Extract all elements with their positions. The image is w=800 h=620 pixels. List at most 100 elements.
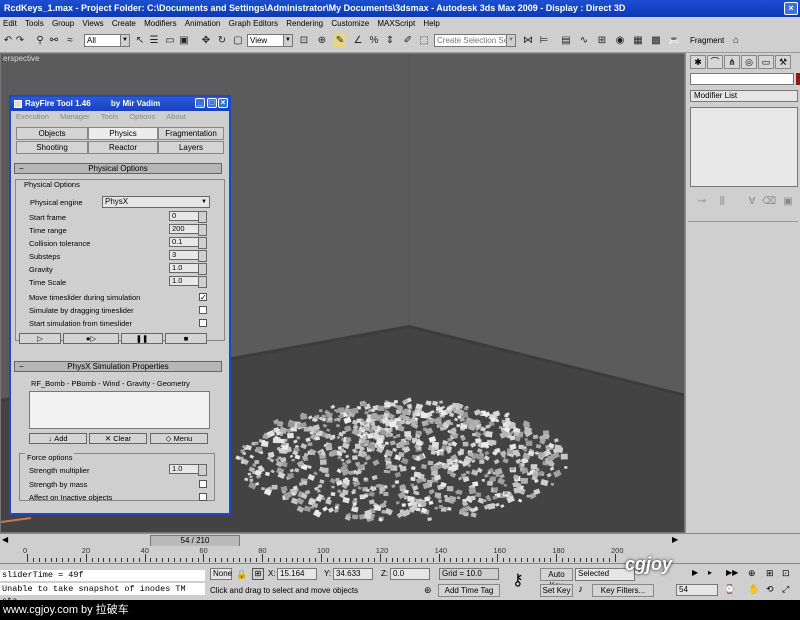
current-frame-field[interactable]: 54	[676, 584, 718, 596]
menu-animation[interactable]: Animation	[185, 19, 221, 28]
auto-key-button[interactable]: Auto Key	[540, 568, 573, 590]
menu-graph-editors[interactable]: Graph Editors	[229, 19, 278, 28]
scale-icon[interactable]: ▢	[232, 34, 244, 47]
percent-snap-icon[interactable]: %	[368, 34, 380, 47]
set-key-icon[interactable]: ♪	[578, 584, 583, 595]
modifier-stack[interactable]	[690, 107, 798, 187]
object-name-field[interactable]	[690, 73, 794, 85]
rendered-frame-icon[interactable]: ▩	[650, 34, 662, 47]
utilities-tab-icon[interactable]: ⚒	[775, 55, 791, 69]
prev-frame-icon[interactable]: ◀	[2, 535, 8, 544]
angle-snap-icon[interactable]: ∠	[352, 34, 364, 47]
create-tab-icon[interactable]: ✱	[690, 55, 706, 69]
link-icon[interactable]: ⚲	[34, 34, 46, 47]
menu-customize[interactable]: Customize	[331, 19, 369, 28]
record-play-icon[interactable]: ●▷	[63, 333, 119, 344]
reference-coordinate-dropdown[interactable]: View ▼	[247, 34, 293, 47]
named-selection-set-input[interactable]: Create Selection Set ▼	[434, 34, 516, 47]
maxscript-listener-line[interactable]: sliderTime = 49f	[0, 570, 205, 581]
unlink-icon[interactable]: ⚯	[48, 34, 60, 47]
select-by-name-icon[interactable]: ☰	[148, 34, 160, 47]
undo-icon[interactable]: ↶	[2, 34, 14, 47]
lock-icon[interactable]: 🔒	[236, 569, 247, 580]
teapot-icon[interactable]: ⌂	[730, 34, 742, 47]
key-filters-button[interactable]: Key Filters...	[592, 584, 654, 597]
simulate-dragging-checkbox[interactable]	[199, 306, 207, 314]
pin-stack-icon[interactable]: ⊸	[696, 195, 708, 208]
move-icon[interactable]: ✥	[200, 34, 212, 47]
menu-modifiers[interactable]: Modifiers	[144, 19, 176, 28]
rotate-icon[interactable]: ↻	[216, 34, 228, 47]
redo-icon[interactable]: ↷	[14, 34, 26, 47]
display-tab-icon[interactable]: ▭	[758, 55, 774, 69]
start-from-timeslider-checkbox[interactable]	[199, 319, 207, 327]
time-scale-spinner[interactable]: 1.0	[169, 276, 207, 288]
show-end-result-icon[interactable]: ⫼	[716, 195, 728, 208]
zoom-extents-icon[interactable]: ⊡	[782, 568, 790, 579]
start-frame-spinner[interactable]: 0	[169, 211, 207, 223]
absolute-mode-icon[interactable]: ⊞	[252, 568, 264, 580]
schematic-view-icon[interactable]: ⊞	[596, 34, 608, 47]
snaps-toggle-icon[interactable]: ✎	[334, 34, 346, 47]
gravity-spinner[interactable]: 1.0	[169, 263, 207, 275]
zoom-all-icon[interactable]: ⊞	[766, 568, 774, 579]
menu-help[interactable]: Help	[423, 19, 439, 28]
close-button[interactable]: ×	[784, 2, 798, 15]
select-manipulate-icon[interactable]: ⊕	[316, 34, 328, 47]
play-icon[interactable]: ▷	[19, 333, 61, 344]
fragment-label[interactable]: Fragment	[690, 36, 724, 45]
clear-button[interactable]: ✕ Clear	[89, 433, 147, 444]
collision-tolerance-spinner[interactable]: 0.1	[169, 237, 207, 249]
modify-tab-icon[interactable]: ⌒	[707, 55, 723, 69]
z-coordinate-field[interactable]: 0.0	[390, 568, 430, 580]
hierarchy-tab-icon[interactable]: ⋔	[724, 55, 740, 69]
remove-modifier-icon[interactable]: ⌫	[762, 195, 776, 208]
menu-edit[interactable]: Edit	[3, 19, 17, 28]
make-unique-icon[interactable]: ∀	[746, 195, 758, 208]
menu-tools[interactable]: Tools	[25, 19, 44, 28]
maximize-viewport-icon[interactable]: ⤢	[782, 584, 789, 595]
zoom-icon[interactable]: ⊕	[748, 568, 756, 579]
affect-inactive-checkbox[interactable]	[199, 493, 207, 501]
align-icon[interactable]: ⊨	[538, 34, 550, 47]
physx-object-list[interactable]	[29, 391, 210, 429]
motion-tab-icon[interactable]: ◎	[741, 55, 757, 69]
modifier-list-dropdown[interactable]: Modifier List	[690, 90, 798, 102]
strength-by-mass-checkbox[interactable]	[199, 480, 207, 488]
menu-button[interactable]: ◇ Menu	[150, 433, 208, 444]
next-frame-icon[interactable]: ▸	[708, 568, 712, 577]
x-coordinate-field[interactable]: 15.164	[277, 568, 317, 580]
curve-editor-icon[interactable]: ∿	[578, 34, 590, 47]
render-setup-icon[interactable]: ▦	[632, 34, 644, 47]
material-editor-icon[interactable]: ◉	[614, 34, 626, 47]
strength-multiplier-spinner[interactable]: 1.0	[169, 464, 207, 476]
next-frame-icon[interactable]: ▶	[672, 535, 678, 544]
mirror-icon[interactable]: ⋈	[522, 34, 534, 47]
orbit-icon[interactable]: ⟲	[766, 584, 774, 595]
substeps-spinner[interactable]: 3	[169, 250, 207, 262]
key-icon[interactable]: ⚷	[512, 570, 524, 590]
move-timeslider-checkbox[interactable]: ✓	[199, 293, 207, 302]
named-selection-icon[interactable]: ⬚	[418, 34, 430, 47]
pause-icon[interactable]: ❚❚	[121, 333, 163, 344]
quick-render-icon[interactable]: ☕	[668, 34, 680, 47]
edit-named-selection-icon[interactable]: ✐	[402, 34, 414, 47]
bind-spacewarp-icon[interactable]: ≈	[64, 34, 76, 47]
pivot-center-icon[interactable]: ⊡	[298, 34, 310, 47]
set-key-button[interactable]: Set Key	[540, 584, 573, 597]
rect-selection-icon[interactable]: ▭	[164, 34, 176, 47]
track-bar[interactable]: 0 20 40 60 80 100 120 140 160 180 200	[0, 546, 685, 562]
play-animation-icon[interactable]: ▶	[692, 568, 698, 577]
y-coordinate-field[interactable]: 34.633	[333, 568, 373, 580]
menu-group[interactable]: Group	[52, 19, 74, 28]
add-button[interactable]: ↓ Add	[29, 433, 87, 444]
menu-maxscript[interactable]: MAXScript	[377, 19, 415, 28]
menu-views[interactable]: Views	[82, 19, 103, 28]
layer-manager-icon[interactable]: ▤	[560, 34, 572, 47]
spinner-snap-icon[interactable]: ⇕	[384, 34, 396, 47]
object-color-swatch[interactable]	[796, 73, 800, 85]
menu-rendering[interactable]: Rendering	[286, 19, 323, 28]
time-config-icon[interactable]: ⌚	[724, 584, 735, 595]
stop-icon[interactable]: ■	[165, 333, 207, 344]
time-range-spinner[interactable]: 200	[169, 224, 207, 236]
